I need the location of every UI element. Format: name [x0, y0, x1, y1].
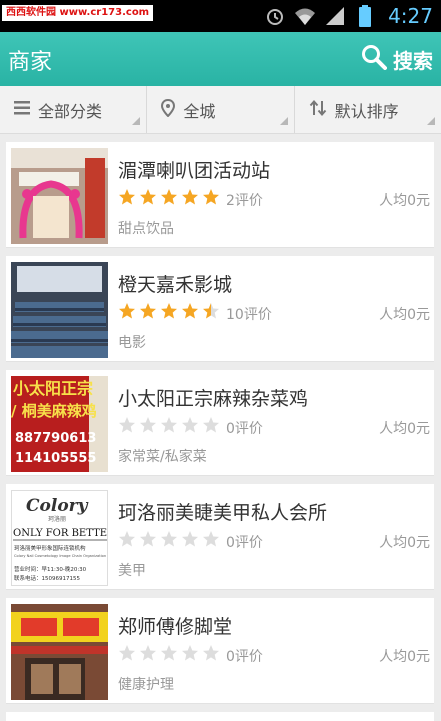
star-empty-icon	[203, 645, 219, 661]
star-filled-icon	[119, 189, 135, 205]
star-empty-icon	[203, 531, 219, 547]
star-filled-icon	[182, 303, 198, 319]
merchant-name: 湄潭喇叭团活动站	[118, 160, 271, 182]
filter-bar: 全部分类 全城 默认排序	[0, 86, 441, 134]
merchant-photo	[11, 148, 108, 244]
filter-category-label: 全部分类	[38, 101, 103, 121]
star-rating	[118, 416, 220, 434]
filter-sort[interactable]: 默认排序	[295, 86, 441, 133]
status-bar: 西西软件园 www.cr173.com 4:27	[0, 0, 441, 32]
star-empty-icon	[203, 417, 219, 433]
star-empty-icon	[119, 531, 135, 547]
merchant-photo	[11, 604, 108, 700]
star-empty-icon	[182, 645, 198, 661]
star-filled-icon	[182, 189, 198, 205]
merchant-photo: Colory 珂洛丽 ONLY FOR BETTER 珂洛丽美甲形象国际连锁机构…	[11, 490, 108, 586]
review-count: 0评价	[226, 535, 263, 551]
merchant-name: 珂洛丽美睫美甲私人会所	[118, 502, 328, 524]
shop-sign-text: / 桐美麻辣鸡	[11, 402, 97, 420]
star-rating	[118, 188, 220, 206]
star-filled-icon	[203, 303, 219, 319]
alarm-icon	[264, 5, 286, 27]
merchant-card-partial[interactable]	[6, 712, 434, 721]
star-filled-icon	[119, 303, 135, 319]
average-price: 人均0元	[379, 535, 430, 551]
filter-sort-label: 默认排序	[334, 101, 399, 121]
brand-logo-text: Colory	[26, 496, 89, 516]
brand-line-text: Colory Nail Cosmetology Image Chain Orga…	[14, 554, 106, 558]
dropdown-corner-icon	[132, 117, 141, 125]
star-filled-icon	[161, 189, 177, 205]
filter-area-label: 全城	[183, 101, 216, 121]
review-count: 0评价	[226, 421, 263, 437]
merchant-card[interactable]: Colory 珂洛丽 ONLY FOR BETTER 珂洛丽美甲形象国际连锁机构…	[6, 484, 434, 590]
shop-sign-text: 小太阳正宗	[13, 379, 93, 398]
list-icon	[14, 100, 30, 119]
filter-category[interactable]: 全部分类	[0, 86, 148, 133]
merchant-name: 橙天嘉禾影城	[118, 274, 233, 296]
review-count: 2评价	[226, 193, 263, 209]
star-empty-icon	[182, 417, 198, 433]
star-empty-icon	[140, 417, 156, 433]
merchant-category: 电影	[118, 335, 146, 351]
average-price: 人均0元	[379, 193, 430, 209]
star-empty-icon	[161, 417, 177, 433]
merchant-name: 小太阳正宗麻辣杂菜鸡	[118, 388, 309, 410]
filter-area[interactable]: 全城	[147, 86, 295, 133]
star-empty-icon	[161, 531, 177, 547]
wifi-icon	[294, 5, 316, 27]
search-button[interactable]: 搜索	[361, 40, 433, 78]
brand-hours-text: 营业时间：早11:30-晚20:30	[14, 565, 87, 573]
battery-icon	[354, 5, 376, 27]
star-empty-icon	[161, 645, 177, 661]
merchant-category: 健康护理	[118, 677, 174, 693]
merchant-card[interactable]: 小太阳正宗 / 桐美麻辣鸡 887790613 114105555 小太阳正宗麻…	[6, 370, 434, 476]
status-time: 4:27	[388, 4, 433, 28]
star-empty-icon	[140, 531, 156, 547]
watermark-label: 西西软件园 www.cr173.com	[2, 5, 154, 21]
merchant-photo	[11, 262, 108, 358]
star-empty-icon	[119, 645, 135, 661]
location-pin-icon	[161, 98, 176, 121]
search-label: 搜索	[393, 48, 433, 73]
star-filled-icon	[203, 189, 219, 205]
merchant-card[interactable]: 湄潭喇叭团活动站 2评价 人均0元 甜点饮品	[6, 142, 434, 248]
merchant-category: 甜点饮品	[118, 221, 174, 237]
shop-phone-text: 114105555	[15, 451, 96, 466]
app-bar: 商家 搜索	[0, 32, 441, 86]
average-price: 人均0元	[379, 307, 430, 323]
dropdown-corner-icon	[279, 117, 288, 125]
review-count: 0评价	[226, 649, 263, 665]
star-rating	[118, 644, 220, 662]
shop-phone-text: 887790613	[15, 431, 96, 446]
star-empty-icon	[140, 645, 156, 661]
review-count: 10评价	[226, 307, 272, 323]
average-price: 人均0元	[379, 649, 430, 665]
brand-phone-text: 联系电话：15096917155	[14, 574, 80, 582]
merchant-category: 家常菜/私家菜	[118, 449, 207, 465]
star-empty-icon	[182, 531, 198, 547]
brand-logo-subtext: 珂洛丽	[48, 515, 66, 523]
star-rating	[118, 302, 220, 320]
signal-icon	[324, 5, 346, 27]
merchant-name: 郑师傅修脚堂	[118, 616, 233, 638]
merchant-category: 美甲	[118, 563, 146, 579]
page-title: 商家	[8, 50, 53, 75]
dropdown-corner-icon	[426, 117, 435, 125]
star-rating	[118, 530, 220, 548]
star-filled-icon	[140, 189, 156, 205]
merchant-card[interactable]: 郑师傅修脚堂 0评价 人均0元 健康护理	[6, 598, 434, 704]
brand-line-text: 珂洛丽美甲形象国际连锁机构	[14, 544, 86, 552]
star-filled-icon	[140, 303, 156, 319]
average-price: 人均0元	[379, 421, 430, 437]
sort-icon	[309, 99, 327, 121]
merchant-card[interactable]: 橙天嘉禾影城 10评价 人均0元 电影	[6, 256, 434, 362]
star-filled-icon	[161, 303, 177, 319]
brand-banner-text: ONLY FOR BETTER	[13, 528, 108, 539]
merchant-photo: 小太阳正宗 / 桐美麻辣鸡 887790613 114105555	[11, 376, 108, 472]
search-icon	[361, 44, 387, 75]
star-empty-icon	[119, 417, 135, 433]
